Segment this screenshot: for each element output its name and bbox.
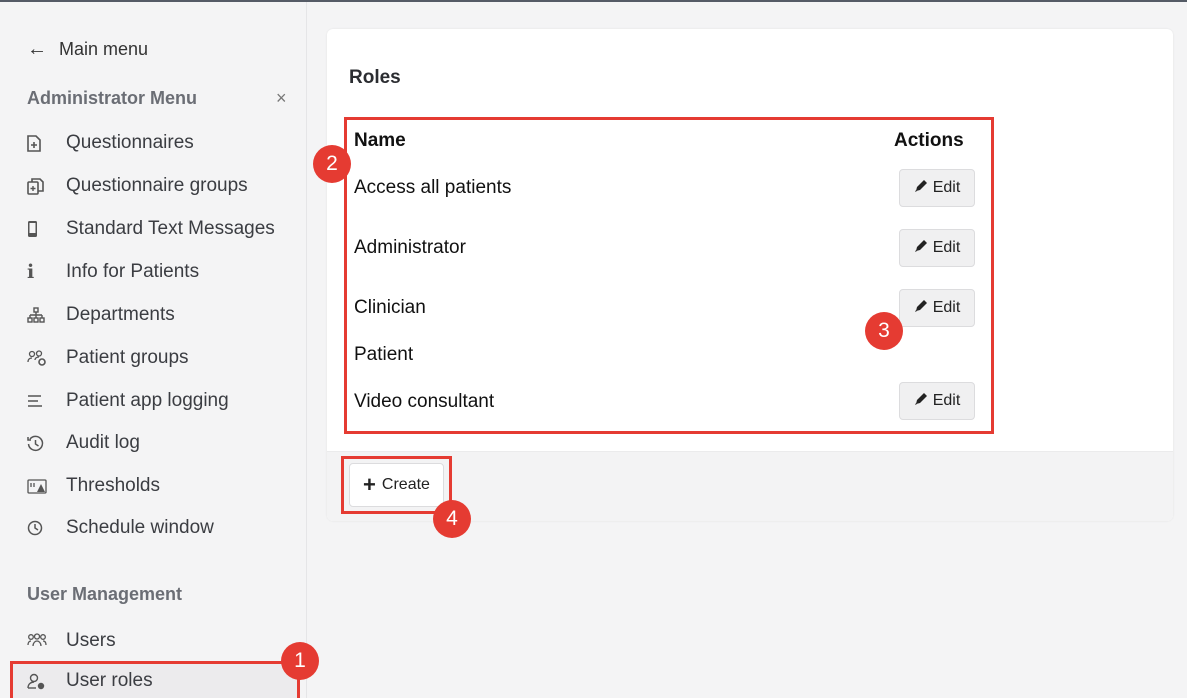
sidebar-item-users[interactable]: Users [27, 627, 116, 655]
sidebar-item-patient-groups[interactable]: Patient groups [27, 344, 189, 372]
sidebar-item-departments[interactable]: Departments [27, 301, 175, 329]
edit-button[interactable]: Edit [899, 382, 975, 420]
edit-label: Edit [932, 299, 961, 316]
edit-label: Edit [932, 239, 961, 256]
sidebar-item-label: Info for Patients [66, 261, 200, 282]
edit-button[interactable]: Edit [899, 169, 975, 207]
phone-icon [27, 220, 66, 238]
sidebar-item-audit-log[interactable]: Audit log [27, 429, 140, 457]
admin-menu-heading: Administrator Menu [27, 88, 198, 108]
annotation-badge: 2 [313, 145, 351, 183]
edit-label: Edit [932, 392, 961, 409]
users-icon [27, 633, 66, 649]
annotation-badge: 3 [865, 312, 903, 350]
clock-icon [27, 520, 66, 536]
column-header-actions: Actions [894, 130, 964, 151]
sidebar-item-label: Audit log [66, 432, 140, 453]
pencil-icon [914, 238, 929, 258]
sidebar-item-label: Patient app logging [66, 390, 229, 411]
sidebar-item-label: Questionnaire groups [66, 175, 248, 196]
sidebar-item-label: User roles [66, 670, 153, 691]
annotation-badge: 4 [433, 500, 471, 538]
sidebar-item-schedule-window[interactable]: Schedule window [27, 514, 214, 542]
edit-label: Edit [932, 179, 961, 196]
pencil-icon [914, 298, 929, 318]
edit-button[interactable]: Edit [899, 229, 975, 267]
close-icon[interactable]: × [276, 88, 287, 109]
user-management-heading: User Management [27, 584, 183, 604]
plus-icon: + [363, 472, 376, 497]
role-name: Administrator [354, 237, 466, 258]
page-title: Roles [349, 67, 401, 88]
sidebar-item-patient-app-logging[interactable]: Patient app logging [27, 387, 229, 415]
hierarchy-icon [27, 307, 66, 323]
pencil-icon [914, 178, 929, 198]
role-name: Access all patients [354, 177, 512, 198]
info-icon: i [27, 261, 35, 283]
role-name: Patient [354, 344, 414, 365]
history-icon [27, 435, 66, 452]
create-button[interactable]: + Create [349, 463, 444, 507]
copy-files-icon [27, 177, 66, 195]
sidebar: ← Main menu Administrator Menu × Questio… [0, 2, 307, 698]
sidebar-item-label: Patient groups [66, 347, 189, 368]
column-header-name: Name [354, 130, 406, 151]
threshold-warning-icon [27, 478, 66, 494]
sidebar-item-standard-text-messages[interactable]: Standard Text Messages [27, 215, 275, 243]
sidebar-item-user-roles[interactable]: User roles [10, 661, 300, 698]
role-name: Clinician [354, 297, 426, 318]
arrow-left-icon: ← [27, 38, 47, 60]
people-group-icon [27, 350, 66, 366]
sidebar-item-questionnaires[interactable]: Questionnaires [27, 129, 194, 157]
annotation-badge: 1 [281, 642, 319, 680]
sidebar-item-label: Questionnaires [66, 132, 194, 153]
edit-button[interactable]: Edit [899, 289, 975, 327]
roles-table-highlight [344, 117, 994, 434]
pencil-icon [914, 391, 929, 411]
file-plus-icon [27, 134, 66, 152]
sidebar-item-label: Schedule window [66, 517, 214, 538]
lines-icon [27, 394, 66, 408]
sidebar-item-label: Thresholds [66, 475, 160, 496]
sidebar-item-label: Standard Text Messages [66, 218, 275, 239]
role-name: Video consultant [354, 391, 495, 412]
sidebar-item-thresholds[interactable]: Thresholds [27, 472, 160, 500]
main-menu-link[interactable]: ← Main menu [27, 38, 148, 61]
user-role-icon [27, 673, 66, 690]
sidebar-item-questionnaire-groups[interactable]: Questionnaire groups [27, 172, 248, 200]
main-menu-label: Main menu [59, 39, 149, 59]
sidebar-item-label: Departments [66, 304, 175, 325]
sidebar-item-info-for-patients[interactable]: i Info for Patients [27, 258, 199, 286]
create-label: Create [381, 476, 430, 493]
sidebar-item-label: Users [66, 630, 116, 651]
